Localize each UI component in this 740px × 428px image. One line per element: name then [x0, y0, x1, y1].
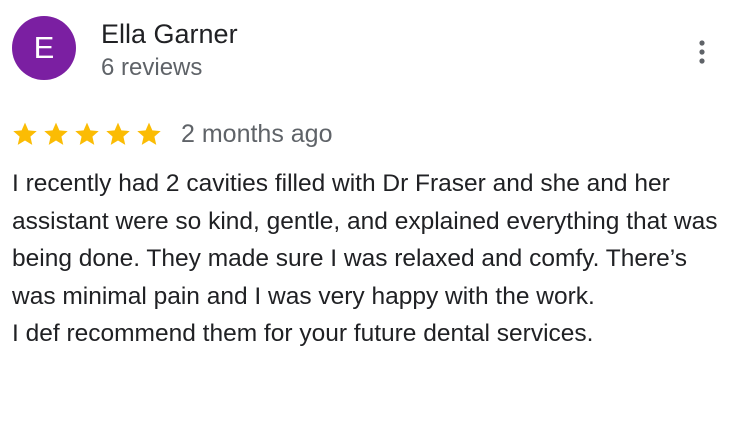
avatar[interactable]: E — [12, 16, 76, 80]
review-text-paragraph: I def recommend them for your future den… — [12, 320, 594, 347]
avatar-letter: E — [33, 30, 55, 65]
review-text: I recently had 2 cavities filled with Dr… — [12, 165, 730, 353]
review-text-paragraph: I recently had 2 cavities filled with Dr… — [12, 170, 718, 310]
star-icon — [13, 122, 37, 145]
star-icon — [137, 122, 161, 145]
author-review-count[interactable]: 6 reviews — [101, 52, 202, 84]
review-time: 2 months ago — [181, 120, 333, 148]
rating-row: 2 months ago — [12, 116, 333, 152]
more-options-button[interactable] — [688, 34, 716, 70]
star-icon — [75, 122, 99, 145]
more-vert-icon — [699, 40, 705, 64]
author-name[interactable]: Ella Garner — [101, 17, 238, 51]
star-rating — [12, 121, 167, 147]
star-icon — [106, 122, 130, 145]
star-icon — [44, 122, 68, 145]
